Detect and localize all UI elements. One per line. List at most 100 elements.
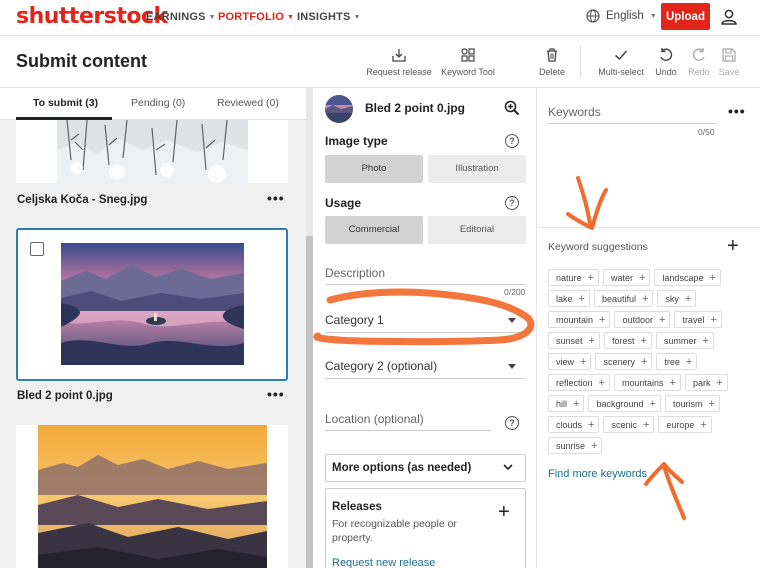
- add-release-icon[interactable]: +: [498, 501, 510, 524]
- help-icon[interactable]: ?: [505, 416, 519, 430]
- add-all-suggestions-icon[interactable]: +: [727, 235, 739, 258]
- bled-lake-thumbnail: [61, 243, 244, 365]
- usage-commercial[interactable]: Commercial: [325, 216, 423, 244]
- keyword-chip-label: beautiful: [601, 293, 636, 304]
- keyword-chip[interactable]: water +: [602, 269, 651, 286]
- user-icon[interactable]: [720, 8, 738, 26]
- shutterstock-logo[interactable]: shutterstock: [16, 4, 168, 29]
- category-1-underline: [325, 332, 525, 333]
- keyword-chip[interactable]: sunset +: [548, 332, 600, 349]
- request-release-button[interactable]: Request release: [366, 47, 432, 77]
- redo-button[interactable]: Redo: [686, 47, 712, 77]
- upload-button[interactable]: Upload: [661, 3, 710, 30]
- description-counter: 0/200: [504, 287, 526, 297]
- keyword-chip[interactable]: summer +: [655, 332, 714, 349]
- more-options-icon[interactable]: •••: [267, 190, 285, 206]
- keyword-chip[interactable]: lake +: [548, 290, 590, 307]
- keyword-chip[interactable]: forest +: [603, 332, 652, 349]
- category-2-select[interactable]: Category 2 (optional): [325, 359, 437, 373]
- save-button[interactable]: Save: [716, 47, 742, 77]
- keyword-chip[interactable]: park +: [684, 374, 728, 391]
- add-keyword-icon: +: [578, 292, 585, 305]
- image-type-photo[interactable]: Photo: [325, 155, 423, 183]
- keyword-chip[interactable]: mountain +: [548, 311, 611, 328]
- releases-title: Releases: [332, 501, 382, 513]
- location-field[interactable]: Location (optional): [325, 412, 424, 426]
- keyword-chip[interactable]: travel +: [674, 311, 722, 328]
- help-icon[interactable]: ?: [505, 134, 519, 148]
- add-keyword-icon: +: [641, 292, 649, 305]
- keyword-chip[interactable]: tree +: [656, 353, 698, 370]
- chevron-down-icon: ▼: [649, 12, 657, 20]
- image-type-illustration[interactable]: Illustration: [428, 155, 526, 183]
- keyword-chip[interactable]: hill +: [548, 395, 585, 412]
- request-release-label: Request release: [366, 67, 432, 77]
- keyword-chip[interactable]: outdoor +: [614, 311, 671, 328]
- nav-insights[interactable]: INSIGHTS ▼: [297, 11, 361, 23]
- location-underline: [325, 430, 491, 431]
- keyword-chip[interactable]: beautiful +: [593, 290, 654, 307]
- zoom-in-icon[interactable]: [504, 100, 520, 116]
- image-card-title: Bled 2 point 0.jpg: [17, 390, 113, 402]
- image-card[interactable]: [16, 425, 288, 568]
- keywords-panel: Keywords ••• 0/50 Keyword suggestions + …: [538, 88, 760, 568]
- language-selector[interactable]: English ▼: [586, 9, 657, 23]
- add-keyword-icon: +: [702, 334, 709, 347]
- keyword-chip[interactable]: clouds +: [548, 416, 600, 433]
- category-1-select[interactable]: Category 1: [325, 313, 384, 327]
- keyword-chip-label: travel: [682, 314, 705, 325]
- delete-label: Delete: [538, 67, 565, 77]
- submission-tabs: To submit (3) Pending (0) Reviewed (0): [0, 88, 306, 120]
- undo-icon: [660, 48, 673, 61]
- keyword-chip[interactable]: landscape +: [654, 269, 721, 286]
- keywords-underline: [548, 123, 716, 124]
- image-card-title: Celjska Koča - Sneg.jpg: [17, 194, 148, 206]
- keywords-field[interactable]: Keywords: [548, 105, 601, 119]
- keyword-chip[interactable]: scenic +: [603, 416, 655, 433]
- select-checkbox[interactable]: [30, 242, 44, 256]
- usage-editorial[interactable]: Editorial: [428, 216, 526, 244]
- save-icon: [722, 48, 736, 62]
- request-new-release-link[interactable]: Request new release: [332, 557, 435, 568]
- delete-button[interactable]: Delete: [536, 47, 568, 77]
- keyword-chip-label: scenic: [611, 419, 637, 430]
- redo-label: Redo: [688, 67, 710, 77]
- keyword-chip[interactable]: background +: [588, 395, 661, 412]
- tab-reviewed[interactable]: Reviewed (0): [217, 97, 279, 109]
- tab-to-submit[interactable]: To submit (3): [33, 97, 98, 109]
- description-field[interactable]: Description: [325, 266, 385, 280]
- keyword-chip[interactable]: sunrise +: [548, 437, 603, 454]
- nav-portfolio[interactable]: PORTFOLIO ▼: [218, 11, 294, 23]
- nav-portfolio-label: PORTFOLIO: [218, 11, 284, 23]
- more-options-icon[interactable]: •••: [267, 386, 285, 402]
- find-more-keywords-link[interactable]: Find more keywords: [548, 468, 647, 480]
- keyword-chip[interactable]: view +: [548, 353, 592, 370]
- tab-pending[interactable]: Pending (0): [131, 97, 185, 109]
- add-keyword-icon: +: [685, 355, 693, 368]
- keyword-chip[interactable]: europe +: [658, 416, 712, 433]
- help-icon[interactable]: ?: [505, 196, 519, 210]
- keyword-chip[interactable]: tourism +: [664, 395, 720, 412]
- more-options-dropdown[interactable]: More options (as needed): [325, 454, 526, 482]
- image-card-selected[interactable]: [16, 228, 288, 381]
- multi-select-button[interactable]: Multi-select: [596, 47, 646, 77]
- keyword-chip-label: mountain: [556, 314, 594, 325]
- keyword-chip-label: scenery: [603, 356, 635, 367]
- keyword-chip[interactable]: scenery +: [595, 353, 653, 370]
- keyword-chip-label: forest: [611, 335, 635, 346]
- keywords-more-icon[interactable]: •••: [728, 103, 746, 119]
- keyword-chip[interactable]: reflection +: [548, 374, 610, 391]
- nav-earnings[interactable]: EARNINGS ▼: [146, 11, 216, 23]
- image-details-panel: Bled 2 point 0.jpg Image type ? Photo Il…: [313, 88, 537, 568]
- keyword-chip[interactable]: mountains +: [613, 374, 681, 391]
- keyword-chip-label: reflection: [556, 377, 593, 388]
- image-card[interactable]: [16, 120, 288, 183]
- keyword-tool-button[interactable]: Keyword Tool: [438, 47, 498, 77]
- undo-button[interactable]: Undo: [652, 47, 680, 77]
- keyword-tool-label: Keyword Tool: [441, 67, 495, 77]
- keyword-chip-label: landscape: [662, 272, 704, 283]
- list-scrollbar-thumb[interactable]: [306, 236, 313, 568]
- keyword-chip-label: view: [556, 356, 575, 367]
- keyword-chip[interactable]: sky +: [657, 290, 697, 307]
- keyword-chip[interactable]: nature +: [548, 269, 599, 286]
